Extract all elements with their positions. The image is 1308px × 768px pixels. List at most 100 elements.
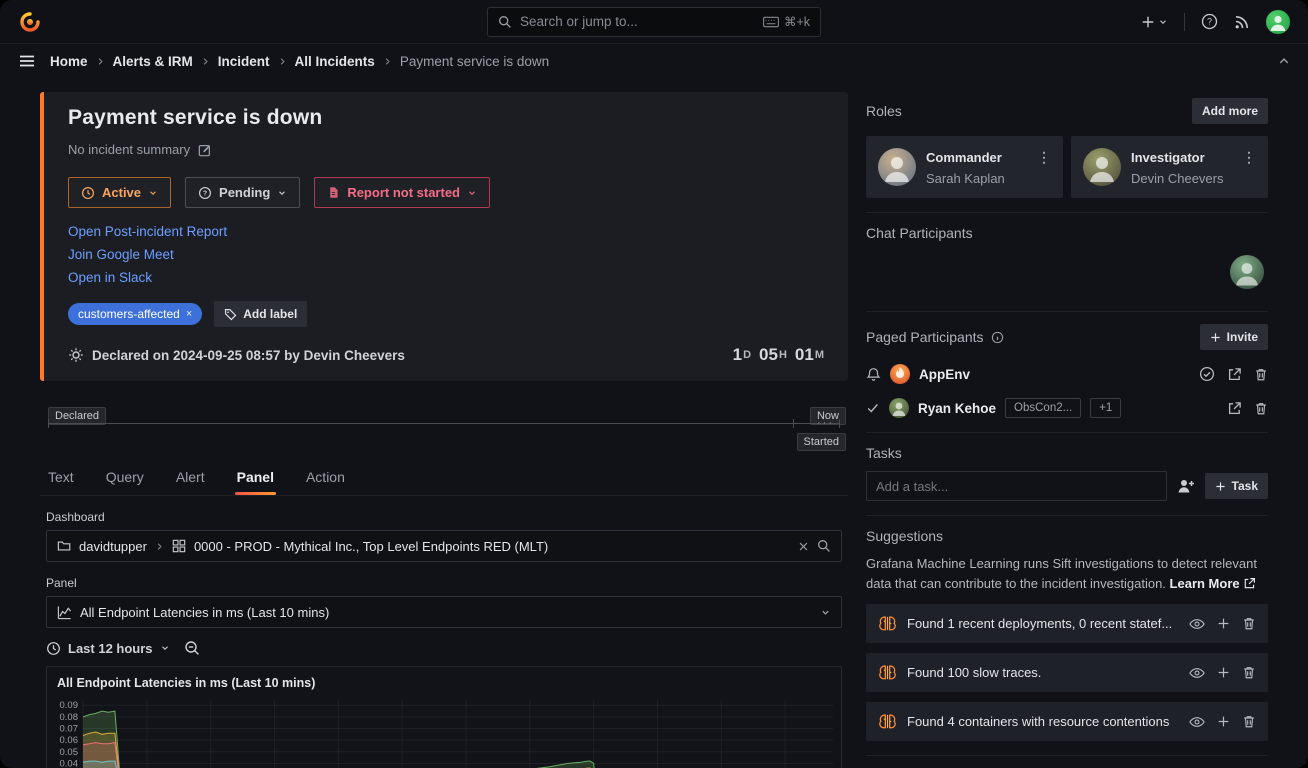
status-dropdown-active[interactable]: Active <box>68 177 171 208</box>
suggestion-row-deployments[interactable]: Found 1 recent deployments, 0 recent sta… <box>866 604 1268 643</box>
label-customers-affected[interactable]: customers-affected × <box>68 303 202 325</box>
role-menu-icon[interactable]: ⋮ <box>1037 149 1051 166</box>
role-card-investigator[interactable]: Investigator ⋮ Devin Cheevers <box>1071 136 1268 198</box>
help-button[interactable]: ? <box>1201 13 1218 30</box>
suggestion-row-containers[interactable]: Found 4 containers with resource content… <box>866 702 1268 741</box>
breadcrumb: Home Alerts & IRM Incident All Incidents… <box>50 54 549 69</box>
tab-action[interactable]: Action <box>304 461 347 495</box>
info-circle-icon <box>991 331 1004 344</box>
check-icon <box>866 401 880 415</box>
time-range-picker[interactable]: Last 12 hours <box>46 641 170 656</box>
clear-dashboard-icon[interactable] <box>798 541 809 552</box>
incident-timeline[interactable]: Declared Now ··· Started <box>40 395 848 453</box>
add-suggestion-icon[interactable] <box>1217 715 1230 728</box>
trash-icon[interactable] <box>1242 616 1256 631</box>
tab-panel[interactable]: Panel <box>235 461 276 495</box>
panel-field-label: Panel <box>46 576 842 590</box>
tab-query[interactable]: Query <box>104 461 146 495</box>
trash-icon[interactable] <box>1254 367 1268 382</box>
chat-participants-section: Chat Participants <box>866 213 1268 312</box>
trash-icon[interactable] <box>1242 665 1256 680</box>
svg-text:0.08: 0.08 <box>60 712 79 723</box>
chevron-down-icon <box>820 607 831 618</box>
time-range-label: Last 12 hours <box>68 641 153 656</box>
chat-participants-title: Chat Participants <box>866 225 973 241</box>
breadcrumb-home[interactable]: Home <box>50 54 88 69</box>
chevron-down-icon <box>148 188 158 198</box>
breadcrumb-alerts-irm[interactable]: Alerts & IRM <box>113 54 193 69</box>
report-dropdown-not-started[interactable]: Report not started <box>314 177 490 208</box>
chat-participant-avatar[interactable] <box>1230 255 1264 289</box>
search-shortcut: ⌘+k <box>784 14 810 29</box>
severity-dropdown-pending[interactable]: ? Pending <box>185 177 300 208</box>
join-google-meet-link[interactable]: Join Google Meet <box>68 247 174 262</box>
preview-eye-icon[interactable] <box>1189 618 1205 630</box>
dashboard-picker[interactable]: davidtupper 0000 - PROD - Mythical Inc.,… <box>46 530 842 562</box>
search-icon[interactable] <box>817 539 831 553</box>
remove-label-icon[interactable]: × <box>186 308 192 320</box>
grafana-logo-icon[interactable] <box>18 10 42 34</box>
add-suggestion-icon[interactable] <box>1217 666 1230 679</box>
edit-summary-icon[interactable] <box>198 143 212 157</box>
timeline-started-badge: Started <box>797 433 846 451</box>
search-input[interactable] <box>520 14 755 29</box>
add-more-roles-button[interactable]: Add more <box>1192 98 1268 124</box>
add-task-button[interactable]: Task <box>1205 473 1268 499</box>
invite-button[interactable]: Invite <box>1200 324 1268 350</box>
tab-alert[interactable]: Alert <box>174 461 207 495</box>
breadcrumb-incident[interactable]: Incident <box>218 54 270 69</box>
learn-more-link[interactable]: Learn More <box>1170 576 1240 591</box>
sift-brain-icon <box>878 664 897 681</box>
preview-eye-icon[interactable] <box>1189 667 1205 679</box>
role-card-commander[interactable]: Commander ⋮ Sarah Kaplan <box>866 136 1063 198</box>
external-link-icon[interactable] <box>1227 401 1242 416</box>
incident-gear-icon <box>68 347 84 363</box>
suggestion-row-slow-traces[interactable]: Found 100 slow traces. <box>866 653 1268 692</box>
news-rss-button[interactable] <box>1234 14 1250 30</box>
paged-participant-name[interactable]: Ryan Kehoe <box>918 401 996 416</box>
timeline-tick-start <box>48 419 49 428</box>
breadcrumb-all-incidents[interactable]: All Incidents <box>295 54 375 69</box>
breadcrumb-bar: Home Alerts & IRM Incident All Incidents… <box>0 44 1308 78</box>
label-text: customers-affected <box>78 307 180 321</box>
global-search[interactable]: ⌘+k <box>487 7 821 37</box>
incident-header-card: Payment service is down No incident summ… <box>40 92 848 381</box>
add-suggestion-icon[interactable] <box>1217 617 1230 630</box>
acknowledge-check-circle-icon[interactable] <box>1199 366 1215 382</box>
preview-eye-icon[interactable] <box>1189 716 1205 728</box>
incident-duration: 1d 05h 01m <box>733 345 824 365</box>
role-menu-icon[interactable]: ⋮ <box>1242 149 1256 166</box>
trash-icon[interactable] <box>1242 714 1256 729</box>
trash-icon[interactable] <box>1254 401 1268 416</box>
user-avatar[interactable] <box>1266 10 1290 34</box>
open-in-slack-link[interactable]: Open in Slack <box>68 270 152 285</box>
panel-picker[interactable]: All Endpoint Latencies in ms (Last 10 mi… <box>46 596 842 628</box>
breadcrumb-current: Payment service is down <box>400 54 549 69</box>
collapse-header-button[interactable] <box>1278 55 1290 67</box>
open-post-incident-report-link[interactable]: Open Post-incident Report <box>68 224 227 239</box>
more-escalations-pill[interactable]: +1 <box>1090 398 1121 418</box>
svg-text:0.05: 0.05 <box>60 747 79 758</box>
new-menu-button[interactable] <box>1141 15 1168 29</box>
paged-participant-name[interactable]: AppEnv <box>919 367 970 382</box>
incident-summary-placeholder: No incident summary <box>68 142 190 157</box>
add-label-button[interactable]: Add label <box>214 301 307 327</box>
add-task-input[interactable] <box>866 471 1167 501</box>
avatar <box>1083 148 1121 186</box>
suggestions-title: Suggestions <box>866 528 943 544</box>
zoom-out-icon[interactable] <box>184 640 200 656</box>
external-link-icon[interactable] <box>1243 577 1256 590</box>
role-person: Sarah Kaplan <box>926 171 1051 186</box>
external-link-icon[interactable] <box>1227 367 1242 382</box>
escalation-chain-pill[interactable]: ObsCon2... <box>1005 398 1081 418</box>
latency-chart[interactable]: 02:0003:0004:0005:0006:0007:0008:0009:00… <box>47 692 841 768</box>
latency-chart-panel: All Endpoint Latencies in ms (Last 10 mi… <box>46 666 842 768</box>
grafana-incident-window: ⌘+k ? Home Alerts & <box>0 0 1308 768</box>
tab-text[interactable]: Text <box>46 461 76 495</box>
roles-title: Roles <box>866 103 902 119</box>
paged-row-appenv: AppEnv <box>866 364 1268 384</box>
assign-user-icon[interactable] <box>1177 478 1195 494</box>
mega-menu-toggle-icon[interactable] <box>18 52 36 70</box>
timeline-track <box>48 423 840 424</box>
ryan-avatar <box>889 398 909 418</box>
